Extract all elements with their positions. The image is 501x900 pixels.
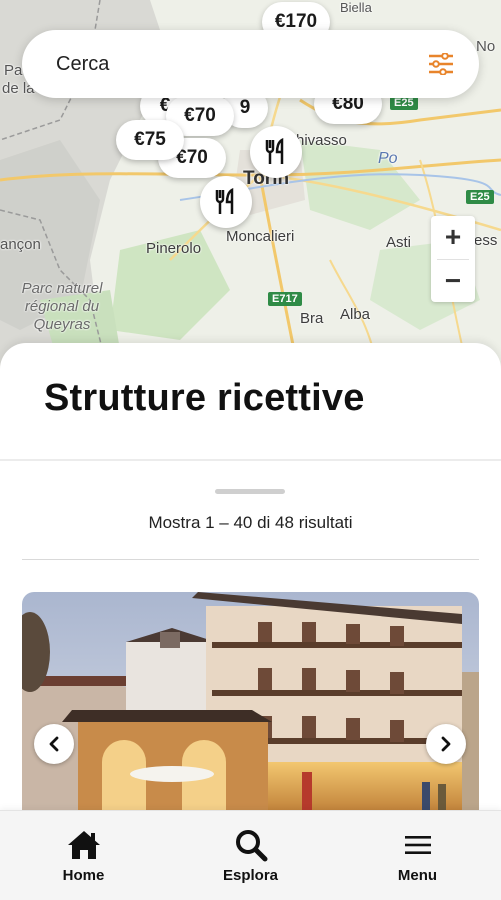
search-input[interactable]: Cerca (56, 53, 427, 76)
divider (0, 459, 501, 461)
map-label: Po (378, 150, 398, 167)
zoom-out-button[interactable]: − (431, 260, 475, 303)
map-label: Alba (340, 306, 371, 323)
map-label: Pa (4, 62, 23, 79)
map-label: Moncalieri (226, 228, 295, 245)
nav-menu[interactable]: Menu (358, 827, 478, 884)
results-count: Mostra 1 – 40 di 48 risultati (148, 513, 353, 532)
carousel-prev-button[interactable] (34, 724, 74, 764)
restaurant-marker[interactable] (250, 126, 302, 178)
nav-label: Menu (397, 867, 438, 884)
map[interactable]: Pa de la No Biella hivasso Po Torin Monc… (0, 0, 501, 380)
restaurant-marker[interactable] (200, 176, 252, 228)
nav-explore[interactable]: Esplora (191, 827, 311, 884)
hotel-photo (22, 592, 479, 822)
road-shield: E717 (268, 292, 302, 306)
bottom-navigation: Home Esplora Menu (0, 810, 501, 900)
search-icon (234, 827, 268, 863)
map-label: Asti (386, 234, 412, 251)
road-shield: E25 (466, 190, 494, 204)
hamburger-menu-icon (404, 827, 432, 863)
fork-knife-icon (265, 138, 284, 164)
divider (22, 559, 479, 560)
search-bar[interactable]: Cerca (22, 30, 479, 98)
map-label: No (476, 38, 496, 55)
map-label: Biella (340, 0, 372, 15)
chevron-right-icon (441, 736, 451, 752)
map-label: hivasso (296, 132, 347, 149)
zoom-controls: + − (431, 216, 475, 302)
drag-handle[interactable] (215, 489, 285, 494)
price-marker[interactable]: €75 (116, 120, 184, 160)
map-label: Bra (300, 310, 324, 327)
nav-label: Esplora (222, 867, 279, 884)
map-label: Pinerolo (146, 240, 202, 257)
home-icon (66, 827, 102, 863)
chevron-left-icon (49, 736, 59, 752)
map-label: ess (474, 232, 498, 249)
listing-card-image[interactable] (22, 592, 479, 822)
page-title: Strutture ricettive (44, 377, 365, 419)
nav-home[interactable]: Home (24, 827, 144, 884)
sliders-icon[interactable] (427, 50, 455, 78)
fork-knife-icon (215, 188, 234, 214)
map-label: ançon (0, 236, 41, 253)
road-shield: E25 (390, 96, 418, 110)
map-label: Parc naturel régional du Queyras (21, 280, 103, 333)
zoom-in-button[interactable]: + (431, 216, 475, 259)
carousel-next-button[interactable] (426, 724, 466, 764)
nav-label: Home (62, 867, 105, 884)
